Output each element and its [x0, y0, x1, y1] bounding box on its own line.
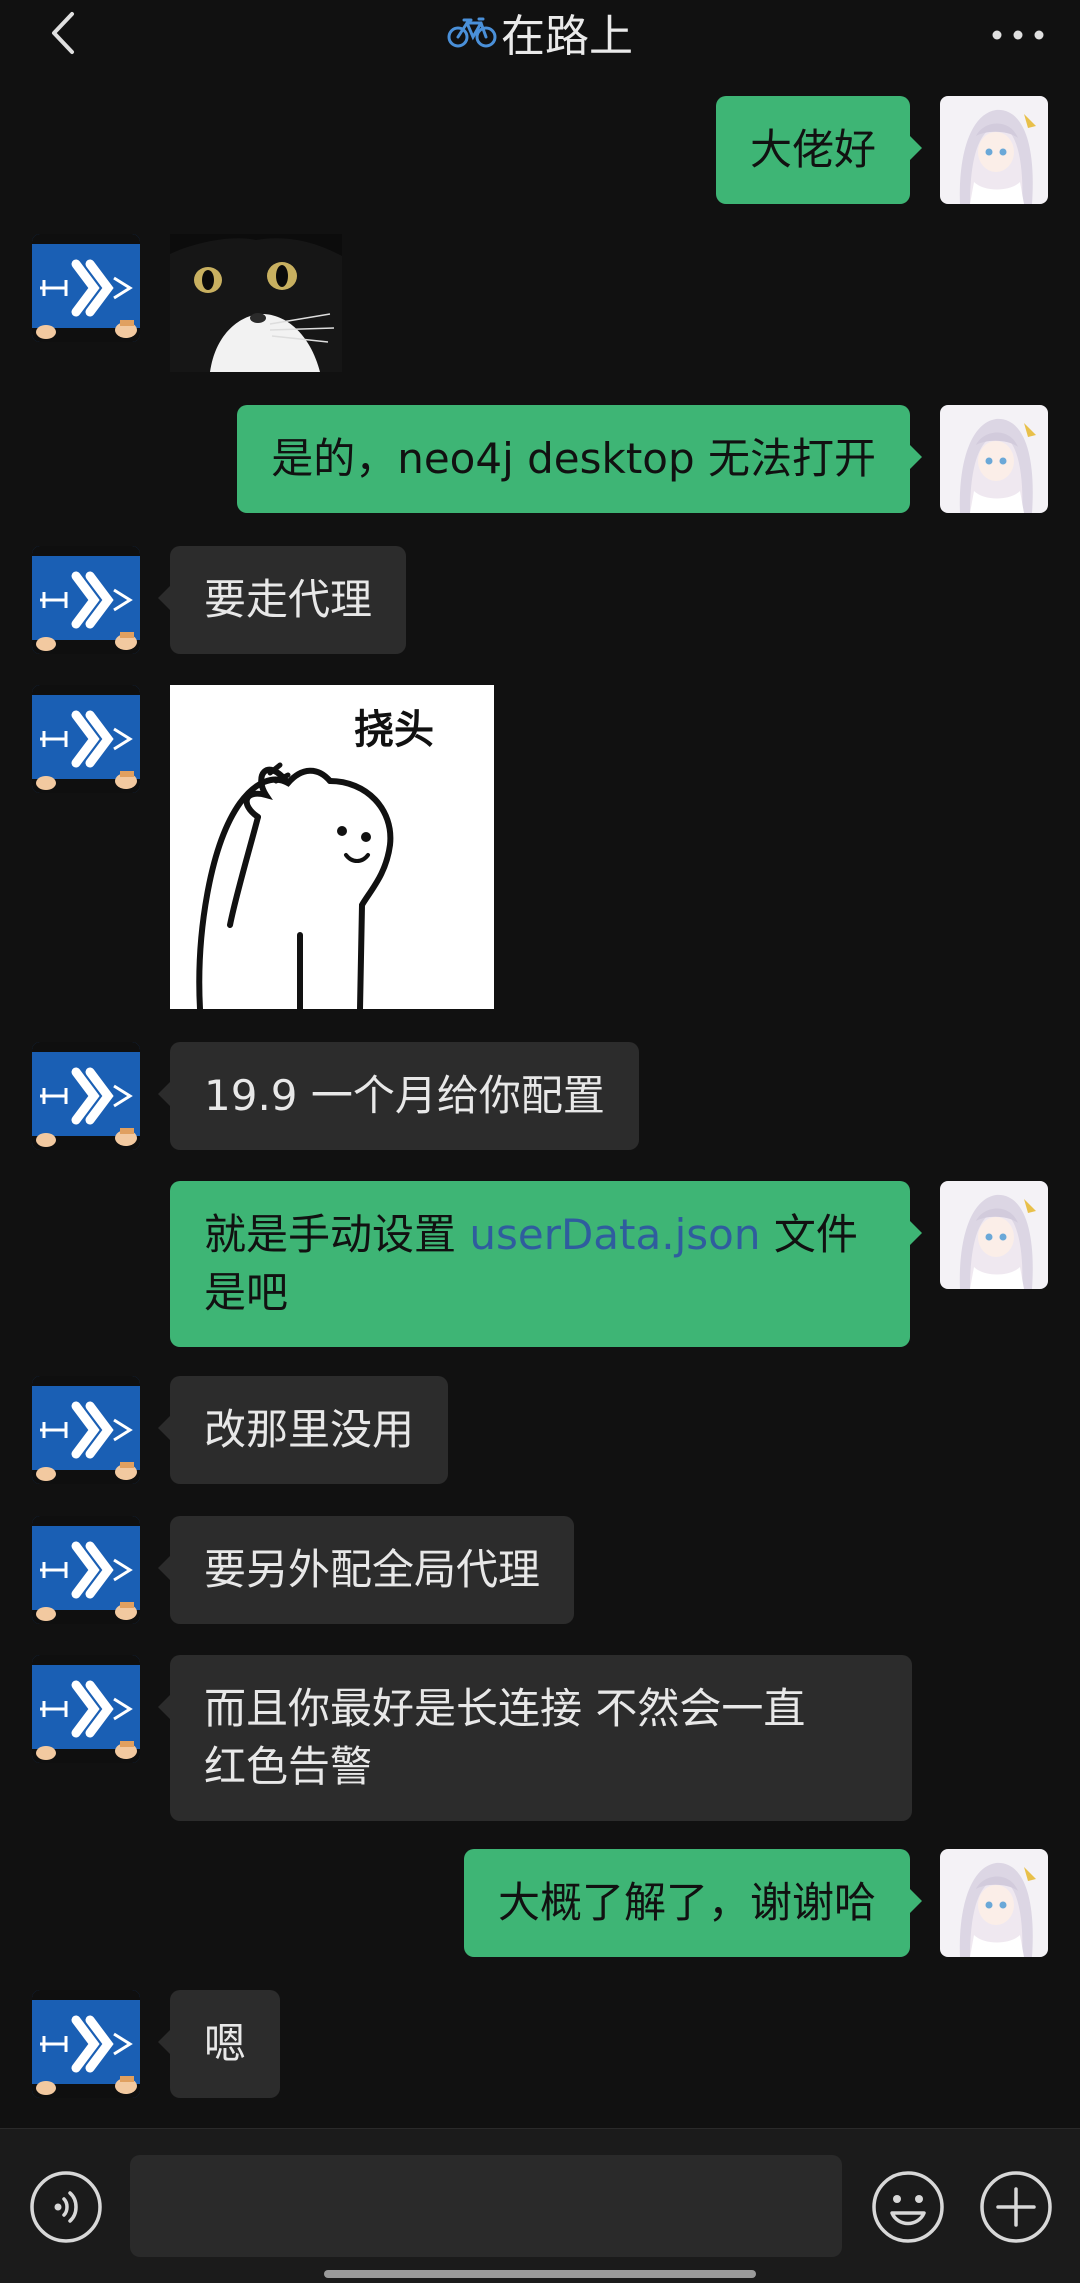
avatar[interactable]: [32, 1042, 140, 1150]
message-bubble[interactable]: 而且你最好是长连接 不然会一直 红色告警: [158, 1655, 912, 1821]
message-bubble[interactable]: 19.9 一个月给你配置: [158, 1042, 639, 1150]
more-dots-icon[interactable]: [992, 30, 1044, 40]
bicycle-icon: [447, 17, 497, 48]
avatar[interactable]: [32, 234, 140, 342]
home-indicator[interactable]: [324, 2270, 756, 2278]
avatar[interactable]: [32, 1990, 140, 2098]
message-text: 是吧: [204, 1268, 289, 1317]
message-text: 而且你最好是长连接 不然会一直: [204, 1684, 806, 1733]
message-bubble[interactable]: 大佬好: [715, 96, 923, 204]
avatar[interactable]: [32, 1655, 140, 1763]
message-bubble[interactable]: 要走代理: [157, 546, 407, 654]
message-text: 就是手动设置: [204, 1210, 470, 1259]
message-bubble[interactable]: 就是手动设置 userData.json 文件 是吧: [170, 1181, 922, 1347]
chat-title: 在路上: [501, 11, 633, 62]
avatar[interactable]: [940, 1849, 1048, 1957]
avatar[interactable]: [940, 405, 1048, 513]
plus-circle-icon[interactable]: [978, 2169, 1054, 2245]
composer-bar: [0, 2128, 1080, 2283]
avatar[interactable]: [32, 546, 140, 654]
message-bubble[interactable]: 是的，neo4j desktop 无法打开: [237, 405, 922, 513]
sticker-caption: 挠头: [354, 707, 434, 753]
avatar[interactable]: [32, 1516, 140, 1624]
message-bubble[interactable]: 嗯: [157, 1990, 281, 2098]
avatar[interactable]: [940, 1181, 1048, 1289]
avatar[interactable]: [32, 1376, 140, 1484]
message-link[interactable]: userData.json: [469, 1210, 760, 1259]
message-text: 文件: [760, 1210, 858, 1259]
black-cat-sticker[interactable]: [170, 234, 342, 372]
avatar[interactable]: [940, 96, 1048, 204]
message-bubble[interactable]: 大概了解了，谢谢哈: [463, 1849, 923, 1957]
message-bubble[interactable]: 改那里没用: [157, 1376, 449, 1484]
voice-icon[interactable]: [28, 2169, 104, 2245]
chat-title-area: 在路上: [0, 0, 1080, 64]
chat-header: 在路上: [0, 0, 1080, 64]
message-text: 红色告警: [204, 1742, 373, 1791]
scratch-head-sticker[interactable]: 挠头: [170, 685, 494, 1009]
message-input[interactable]: [130, 2155, 842, 2257]
emoji-icon[interactable]: [870, 2169, 946, 2245]
avatar[interactable]: [32, 685, 140, 793]
message-bubble[interactable]: 要另外配全局代理: [157, 1516, 575, 1624]
